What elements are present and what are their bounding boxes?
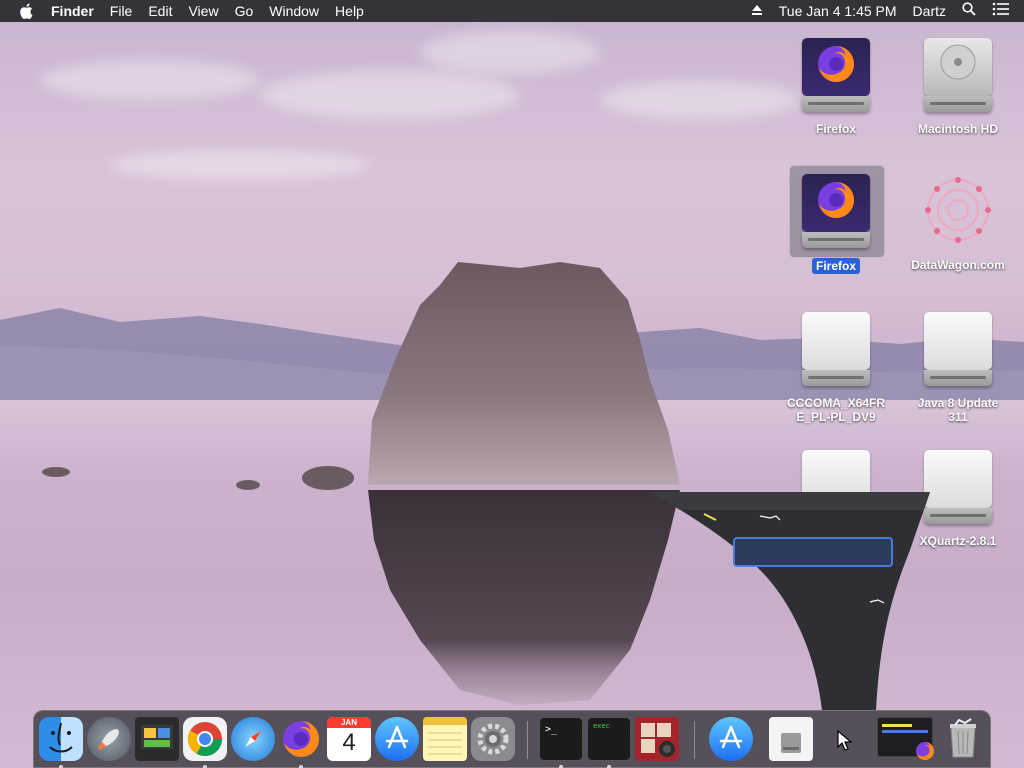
- desktop-icon-label-selected: Firefox: [811, 258, 860, 274]
- dock-item-photo-booth[interactable]: [635, 717, 679, 761]
- firefox-icon: [916, 742, 934, 760]
- calendar-month: JAN: [327, 717, 371, 728]
- chrome-icon: [183, 717, 227, 761]
- dock-item-app-store[interactable]: [375, 717, 419, 761]
- image-capture-icon: [135, 717, 179, 761]
- dock-item-calendar[interactable]: JAN 4: [327, 717, 371, 761]
- menu-app-finder[interactable]: Finder: [51, 0, 102, 22]
- dock-separator: [694, 721, 695, 759]
- dock-item-image-capture[interactable]: [135, 717, 179, 761]
- dock-item-finder[interactable]: [39, 717, 83, 768]
- dock-item-exec[interactable]: exec: [587, 717, 631, 768]
- dock-item-trash[interactable]: [941, 717, 985, 761]
- dock: JAN 4 >_ exec: [33, 710, 991, 768]
- menu-help[interactable]: Help: [327, 0, 372, 22]
- menu-edit[interactable]: Edit: [140, 0, 180, 22]
- calendar-icon: JAN 4: [327, 717, 371, 761]
- firefox-icon: [279, 717, 323, 761]
- ornament-icon: [916, 168, 1000, 252]
- desktop-icon-label: Java 8 Update 311: [917, 396, 999, 424]
- firefox-disk-icon: [794, 32, 878, 116]
- cursor-icon: [837, 729, 853, 751]
- hard-drive-icon: [916, 32, 1000, 116]
- exec-icon: exec: [587, 717, 631, 761]
- dock-item-firefox[interactable]: [279, 717, 323, 768]
- list-icon[interactable]: [992, 0, 1010, 22]
- app-store-icon: [375, 717, 419, 761]
- desktop-icon-label: Firefox: [815, 122, 856, 136]
- menu-bar: Finder File Edit View Go Window Help Tue…: [0, 0, 1024, 22]
- menu-go[interactable]: Go: [227, 0, 262, 22]
- user-menu[interactable]: Dartz: [913, 0, 946, 22]
- app-store-icon: [709, 717, 753, 761]
- photo-booth-icon: [635, 717, 679, 761]
- desktop-icon-firefox-1[interactable]: Firefox: [778, 32, 894, 136]
- menu-view[interactable]: View: [180, 0, 226, 22]
- desktop-icon-datawagon[interactable]: DataWagon.com: [900, 168, 1016, 272]
- terminal-glyph: >_: [545, 724, 558, 735]
- dock-item-minimized-window[interactable]: [877, 717, 934, 761]
- compass-icon: [231, 717, 275, 761]
- dock-item-launchpad[interactable]: [87, 717, 131, 761]
- gear-icon: [471, 717, 515, 761]
- notes-icon: [423, 717, 467, 761]
- firefox-disk-icon: [794, 168, 878, 252]
- desktop-icon-label: CCCOMA_X64FR E_PL-PL_DV9: [786, 396, 885, 424]
- menu-file[interactable]: File: [102, 0, 141, 22]
- desktop-icon-cccoma[interactable]: CCCOMA_X64FR E_PL-PL_DV9: [778, 306, 894, 424]
- minimizing-window[interactable]: [640, 490, 940, 710]
- dock-item-chrome[interactable]: [183, 717, 227, 768]
- eject-icon[interactable]: [751, 0, 763, 22]
- dock-item-safari[interactable]: [231, 717, 275, 761]
- desktop-icon-label: DataWagon.com: [911, 258, 1005, 272]
- finder-icon: [39, 717, 83, 761]
- clock[interactable]: Tue Jan 4 1:45 PM: [779, 0, 897, 22]
- apple-icon[interactable]: [19, 2, 37, 20]
- dock-item-app-store-installer[interactable]: [709, 717, 753, 761]
- desktop-icon-firefox-2[interactable]: Firefox: [778, 168, 894, 275]
- window-thumbnail: [877, 717, 934, 760]
- desktop-icon-label: Macintosh HD: [917, 122, 998, 136]
- external-drive-icon: [916, 306, 1000, 390]
- menu-window[interactable]: Window: [261, 0, 327, 22]
- search-icon[interactable]: [962, 0, 976, 22]
- rocket-icon: [87, 717, 131, 761]
- dock-item-terminal[interactable]: >_: [539, 717, 583, 768]
- dock-separator: [527, 721, 528, 759]
- desktop-icon-java[interactable]: Java 8 Update 311: [900, 306, 1016, 424]
- exec-glyph: exec: [593, 722, 610, 730]
- dock-item-disk-image[interactable]: [769, 717, 813, 761]
- mouse-cursor: [824, 717, 868, 761]
- terminal-icon: >_: [539, 717, 583, 761]
- dock-item-system-preferences[interactable]: [471, 717, 515, 761]
- external-drive-icon: [794, 306, 878, 390]
- menu-extras: Tue Jan 4 1:45 PM Dartz: [751, 0, 1024, 22]
- disk-image-icon: [769, 717, 813, 761]
- desktop-icon-macintosh-hd[interactable]: Macintosh HD: [900, 32, 1016, 136]
- calendar-day: 4: [342, 729, 356, 756]
- dock-item-notes[interactable]: [423, 717, 467, 761]
- window-highlight-row: [733, 537, 893, 567]
- trash-icon: [941, 717, 985, 761]
